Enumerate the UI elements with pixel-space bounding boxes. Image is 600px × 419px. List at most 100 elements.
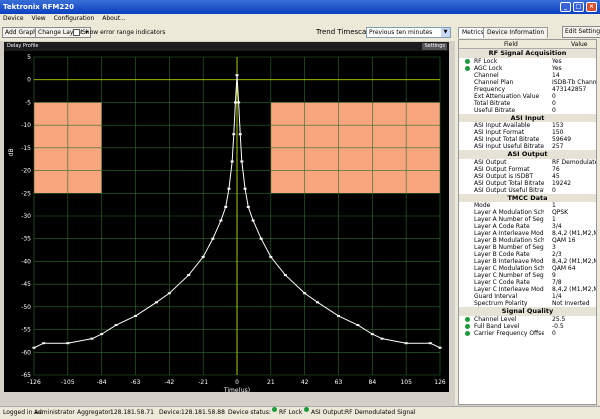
table-row[interactable]: AGC Lock Yes: [459, 65, 596, 72]
table-row[interactable]: Full Band Level -0.5: [459, 323, 596, 330]
table-row[interactable]: ASI Input Format 150: [459, 129, 596, 136]
x-tick-label: -42: [164, 379, 174, 386]
delay-profile-plot[interactable]: Delay Profile Settings -126 -105 -84 -63 -42…: [4, 42, 449, 392]
field-name: RF Lock: [474, 57, 498, 65]
maximize-icon[interactable]: □: [573, 2, 584, 12]
field-value: 8,4,2 (M1,M2,M: [552, 258, 596, 265]
field-value: 473142857: [552, 85, 587, 93]
table-row[interactable]: Total Bitrate 0: [459, 100, 596, 107]
field-value: 1/4: [552, 293, 562, 300]
field-name: ASI Input Available: [474, 122, 531, 129]
table-row[interactable]: Channel 14: [459, 72, 596, 79]
table-row[interactable]: ASI Output Useful Bitrate 0: [459, 187, 596, 194]
table-row[interactable]: ASI Output Format 76: [459, 166, 596, 173]
table-row[interactable]: Channel Level 25.5: [459, 316, 596, 323]
trace-point: [269, 255, 273, 258]
x-tick-label: -105: [61, 379, 75, 386]
table-row[interactable]: Useful Bitrate 0: [459, 107, 596, 114]
table-row[interactable]: Spectrum Polarity Not Inverted: [459, 300, 596, 307]
asi-output-label: ASI Output:: [311, 409, 346, 416]
table-row[interactable]: Mode 1: [459, 202, 596, 209]
device-status-label: Device status:: [228, 409, 271, 416]
table-row[interactable]: Layer A Number of Segm 1: [459, 216, 596, 223]
table-row[interactable]: Layer B Modulation Scher QAM 16: [459, 237, 596, 244]
table-row[interactable]: Layer C Modulation Scher QAM 64: [459, 265, 596, 272]
field-value: Yes: [552, 57, 562, 65]
trace-point: [224, 205, 228, 208]
y-tick-label: -40: [21, 258, 31, 265]
edit-settings-button[interactable]: Edit Settings: [562, 26, 600, 38]
y-tick-label: -60: [21, 349, 31, 356]
asi-output-status-icon: [304, 407, 309, 412]
menu-view[interactable]: View: [31, 15, 45, 22]
table-row[interactable]: RF Lock Yes: [459, 58, 596, 65]
table-row[interactable]: Layer C Code Rate 7/8: [459, 279, 596, 286]
table-row[interactable]: Layer C Interleave Mode 8,4,2 (M1,M2,M: [459, 286, 596, 293]
field-name: Mode: [474, 202, 491, 209]
table-row[interactable]: ASI Output is ISDBT 45: [459, 173, 596, 180]
field-value: 3: [552, 244, 556, 251]
tab-device-information[interactable]: Device Information: [483, 27, 549, 38]
field-name: ASI Output Total Bitrate: [474, 179, 544, 187]
table-row[interactable]: Layer B Code Rate 2/3: [459, 251, 596, 258]
table-row[interactable]: Frequency 473142857: [459, 86, 596, 93]
show-error-checkbox[interactable]: [73, 29, 80, 36]
field-name: ASI Input Useful Bitrate: [474, 143, 544, 150]
trend-timescale-select[interactable]: Previous ten minutes ▼: [366, 27, 451, 38]
table-row[interactable]: Layer B Number of Segm 3: [459, 244, 596, 251]
trace-point: [356, 324, 360, 327]
menu-configuration[interactable]: Configuration: [54, 15, 95, 22]
aggregator-label: Aggregator:: [77, 409, 113, 416]
table-row[interactable]: Guard Interval 1/4: [459, 293, 596, 300]
table-row[interactable]: ASI Input Available 153: [459, 122, 596, 129]
field-value: QAM 16: [552, 237, 576, 244]
y-tick-label: -65: [21, 372, 31, 379]
table-row[interactable]: Layer B Interleave Mode 8,4,2 (M1,M2,M: [459, 258, 596, 265]
table-row[interactable]: Layer C Number of Segm 9: [459, 272, 596, 279]
table-row[interactable]: Channel Plan ISDB-Tb Chann: [459, 79, 596, 86]
chevron-down-icon: ▼: [441, 28, 450, 37]
trace-point: [114, 324, 118, 327]
table-row[interactable]: Layer A Interleave Mode 8,4,2 (M1,M2,M: [459, 230, 596, 237]
minimize-icon[interactable]: _: [560, 2, 571, 12]
close-icon[interactable]: ×: [586, 2, 597, 12]
field-name: ASI Output Format: [474, 165, 530, 173]
field-value: 14: [552, 71, 560, 79]
menu-device[interactable]: Device: [3, 15, 24, 22]
table-row[interactable]: Carrier Frequency Offset 0: [459, 330, 596, 337]
table-row[interactable]: ASI Output Total Bitrate 19242: [459, 180, 596, 187]
menu-about[interactable]: About...: [102, 15, 125, 22]
field-value: -0.5: [552, 322, 564, 330]
field-value: 0: [552, 99, 556, 107]
x-tick-label: 105: [400, 379, 412, 386]
status-dot-icon: [465, 330, 470, 336]
rf-lock-status-icon: [272, 407, 277, 412]
menu-bar: Device View Configuration About...: [0, 14, 600, 24]
x-tick-label: -21: [198, 379, 208, 386]
table-row[interactable]: ASI Input Total Bitrate 59649: [459, 136, 596, 143]
trace-point: [100, 333, 104, 336]
status-dot-icon: [465, 65, 470, 71]
trace-point: [316, 301, 320, 304]
asi-output-value: RF Demodulated Signal: [345, 409, 416, 416]
table-row[interactable]: ASI Output RF Demodulate: [459, 159, 596, 166]
field-value: 0: [552, 106, 556, 114]
trace-point: [404, 342, 408, 345]
plot-settings-button[interactable]: Settings: [422, 43, 447, 50]
x-tick-label: 84: [369, 379, 377, 386]
table-row[interactable]: ASI Input Useful Bitrate 257: [459, 143, 596, 150]
status-dot-icon: [465, 323, 470, 329]
field-value: 0: [552, 186, 556, 194]
field-value: 76: [552, 165, 560, 173]
field-value: 150: [552, 129, 564, 136]
table-row[interactable]: Layer A Modulation Scher QPSK: [459, 209, 596, 216]
field-value: 1: [552, 216, 556, 223]
field-value: 25.5: [552, 315, 566, 323]
table-row[interactable]: Layer A Code Rate 3/4: [459, 223, 596, 230]
section-header: Signal Quality: [459, 307, 596, 316]
field-name: Carrier Frequency Offset: [474, 329, 544, 337]
trace-point: [283, 274, 287, 277]
plot-title: Delay Profile: [7, 43, 39, 49]
field-value: 257: [552, 143, 564, 150]
table-row[interactable]: Ext Attenuation Value 0: [459, 93, 596, 100]
